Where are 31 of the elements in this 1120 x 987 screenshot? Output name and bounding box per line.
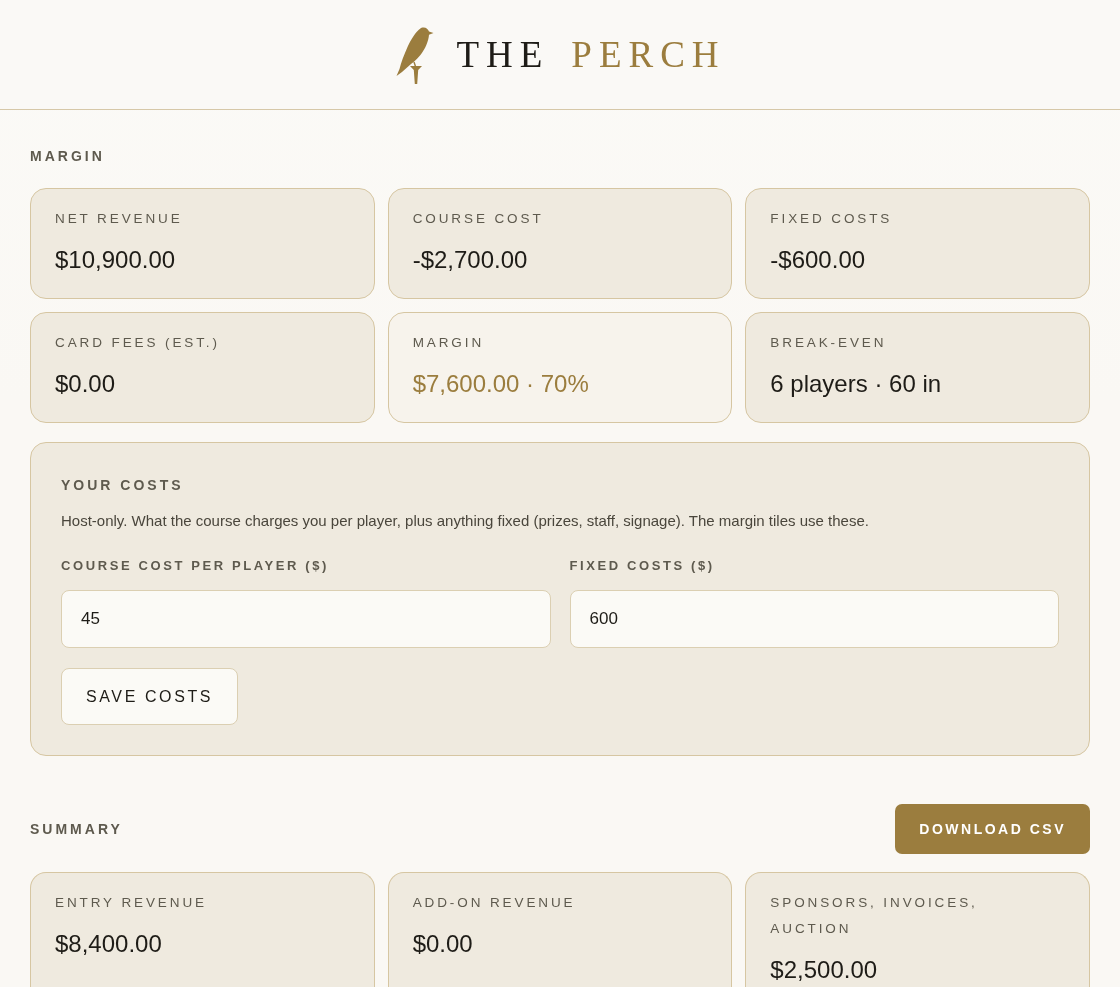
- metric-value: $2,500.00: [770, 955, 879, 985]
- save-costs-button[interactable]: SAVE COSTS: [61, 668, 239, 725]
- section-title: MARGIN: [30, 147, 105, 165]
- metric-label: CARD FEES (EST.): [55, 334, 221, 352]
- metric-value: -$600.00: [770, 245, 867, 275]
- metric-label: COURSE COST: [412, 210, 545, 228]
- metric-label: FIXED COSTS: [770, 210, 894, 228]
- metric-label: BREAK-EVEN: [770, 334, 888, 352]
- metric-label: MARGIN: [412, 334, 486, 352]
- metric-value: $7,600.00 · 70%: [412, 369, 590, 399]
- metric-label: NET REVENUE: [55, 210, 184, 228]
- field-label: FIXED COSTS ($): [569, 557, 716, 575]
- metric-label: ENTRY REVENUE: [55, 894, 208, 912]
- metric-label: SPONSORS, INVOICES, AUCTION: [770, 894, 979, 938]
- panel-description: Host-only. What the course charges you per player, plus anything fixed (prizes, staff, signage). The margin tiles use these.: [61, 511, 870, 531]
- cost-input[interactable]: 600: [569, 590, 1059, 648]
- metric-value: 6 players · 60 in: [770, 369, 943, 399]
- cost-input[interactable]: 45: [61, 590, 551, 648]
- section-title: SUMMARY: [30, 820, 123, 838]
- metric-value: $0.00: [412, 929, 474, 959]
- brand-wordmark-word: THE: [456, 32, 550, 77]
- panel-title: YOUR COSTS: [61, 476, 185, 494]
- metric-value: -$2,700.00: [412, 245, 529, 275]
- download-csv-button[interactable]: DOWNLOAD CSV: [895, 804, 1090, 854]
- field-label: COURSE COST PER PLAYER ($): [61, 557, 330, 575]
- metric-value: $0.00: [55, 369, 117, 399]
- metric-value: $8,400.00: [55, 929, 163, 959]
- metric-value: $10,900.00: [55, 245, 177, 275]
- bird-on-tee-icon: [394, 24, 435, 85]
- brand-wordmark-word: PERCH: [571, 32, 726, 77]
- metric-label: ADD-ON REVENUE: [412, 894, 577, 912]
